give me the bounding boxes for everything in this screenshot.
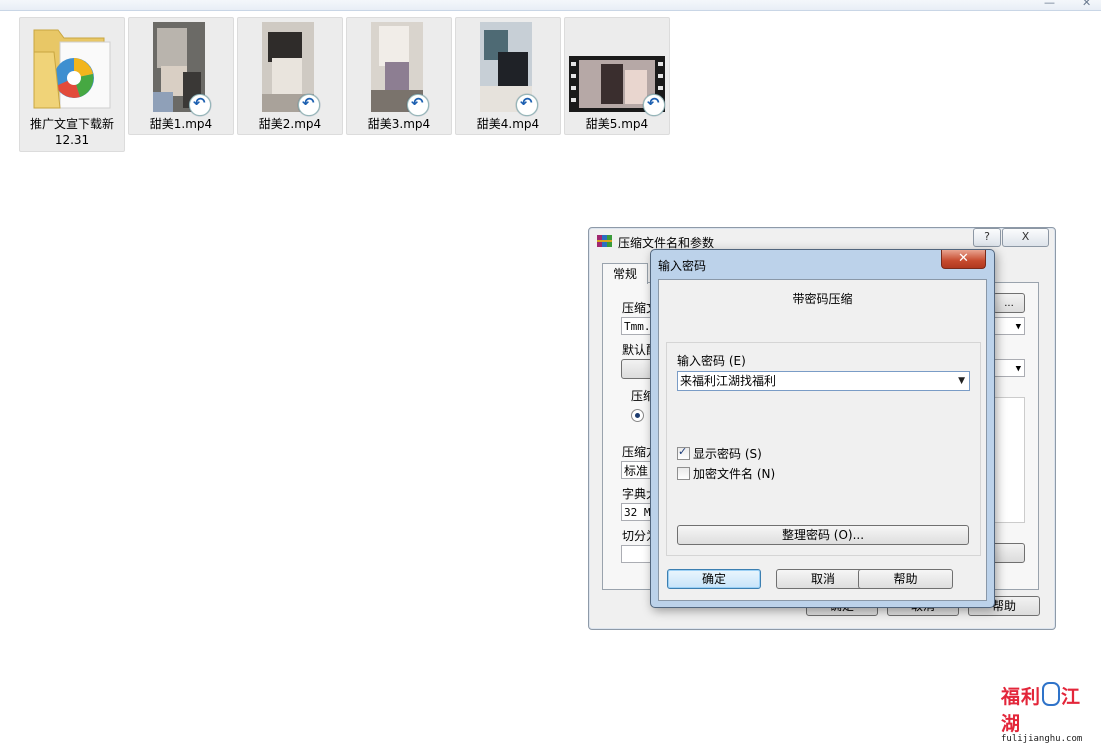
tab-general[interactable]: 常规 <box>602 263 648 284</box>
file-tile-video[interactable]: 甜美4.mp4 <box>455 17 561 135</box>
help-title-button[interactable]: ? <box>973 228 1001 247</box>
dialog-subtitle: 带密码压缩 <box>792 292 853 306</box>
file-tile-video[interactable]: 甜美2.mp4 <box>237 17 343 135</box>
file-tile-video[interactable]: 甜美3.mp4 <box>346 17 452 135</box>
show-password-label: 显示密码 (S) <box>693 447 762 461</box>
file-name: 甜美3.mp4 <box>367 117 431 131</box>
winrar-icon <box>597 234 613 248</box>
folder-icon <box>30 22 114 112</box>
dropdown-arrow-icon[interactable]: ▼ <box>958 372 965 390</box>
encrypt-names-label: 加密文件名 (N) <box>693 467 776 481</box>
password-label: 输入密码 (E) <box>677 354 746 368</box>
password-group: 输入密码 (E) 来福利江湖找福利 ▼ 显示密码 (S) 加密文件名 (N) 整… <box>666 342 981 556</box>
watermark-logo: 福利 江湖 fulijianghu.com <box>1001 682 1097 744</box>
file-name: 甜美4.mp4 <box>476 117 540 131</box>
close-title-button[interactable]: X <box>1002 228 1049 247</box>
watermark-url: fulijianghu.com <box>1001 734 1083 744</box>
shortcut-arrow-icon <box>189 94 211 116</box>
file-name: 甜美1.mp4 <box>149 117 213 131</box>
cancel-button[interactable]: 取消 <box>776 569 870 589</box>
minimize-icon[interactable]: — <box>1044 0 1058 9</box>
watermark-logo-text: 福利 江湖 <box>1001 682 1097 736</box>
password-dialog: 输入密码 ✕ 带密码压缩 输入密码 (E) 来福利江湖找福利 ▼ 显示密码 (S… <box>650 249 995 608</box>
profile-select[interactable]: ▼ <box>993 359 1025 377</box>
help-button[interactable]: 帮助 <box>858 569 953 589</box>
organize-passwords-button[interactable]: 整理密码 (O)... <box>677 525 969 545</box>
browse-button[interactable]: ... <box>993 293 1025 313</box>
shortcut-arrow-icon <box>643 94 665 116</box>
dialog-body: 带密码压缩 输入密码 (E) 来福利江湖找福利 ▼ 显示密码 (S) 加密文件名… <box>658 279 987 601</box>
window-top-bar: — ✕ <box>0 0 1101 11</box>
close-button[interactable]: ✕ <box>941 250 986 269</box>
close-window-icon[interactable]: ✕ <box>1082 0 1096 9</box>
shortcut-arrow-icon <box>298 94 320 116</box>
rar-radio[interactable] <box>631 409 644 422</box>
encrypt-names-checkbox[interactable] <box>677 467 690 480</box>
password-input[interactable]: 来福利江湖找福利 ▼ <box>677 371 970 391</box>
dialog-title: 输入密码 <box>658 259 707 273</box>
shortcut-arrow-icon <box>516 94 538 116</box>
show-password-checkbox[interactable] <box>677 445 690 460</box>
file-name: 推广文宣下载新 12.31 <box>29 117 114 147</box>
file-tile-video[interactable]: 甜美5.mp4 <box>564 17 670 135</box>
file-name: 甜美5.mp4 <box>585 117 649 131</box>
options-list[interactable] <box>993 397 1025 523</box>
update-mode-select[interactable]: ▼ <box>993 317 1025 335</box>
file-name: 甜美2.mp4 <box>258 117 322 131</box>
ok-button[interactable]: 确定 <box>667 569 761 589</box>
file-tile-folder[interactable]: 推广文宣下载新 12.31 <box>19 17 125 152</box>
file-tile-video[interactable]: 甜美1.mp4 <box>128 17 234 135</box>
shortcut-arrow-icon <box>407 94 429 116</box>
